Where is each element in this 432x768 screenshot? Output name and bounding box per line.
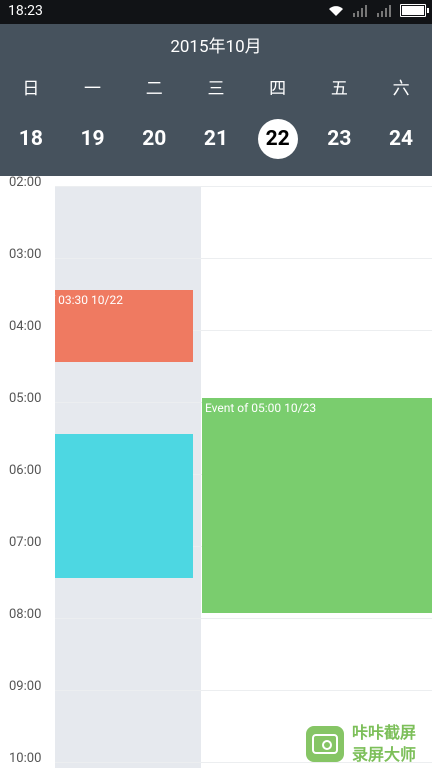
date-21[interactable]: 21 bbox=[196, 119, 236, 159]
event-0500-1023[interactable]: Event of 05:00 10/23 bbox=[202, 398, 432, 613]
status-bar: 18:23 bbox=[0, 0, 432, 24]
weekday-wed: 三 bbox=[207, 79, 225, 99]
date-19[interactable]: 19 bbox=[73, 119, 113, 159]
hour-line bbox=[55, 618, 432, 619]
hour-label-0800: 08:00 bbox=[9, 607, 42, 622]
camera-icon bbox=[306, 726, 344, 762]
wifi-icon bbox=[329, 5, 343, 16]
battery-icon bbox=[400, 4, 429, 17]
date-row: 18 19 20 21 22 23 24 bbox=[0, 119, 432, 159]
hour-label-0500: 05:00 bbox=[9, 391, 42, 406]
hour-label-0700: 07:00 bbox=[9, 535, 42, 550]
status-time: 18:23 bbox=[8, 3, 43, 19]
hour-label-0300: 03:00 bbox=[9, 247, 42, 262]
signal-icon bbox=[353, 4, 367, 17]
event-cyan[interactable] bbox=[55, 434, 193, 578]
weekday-thu: 四 bbox=[269, 79, 287, 99]
date-23[interactable]: 23 bbox=[319, 119, 359, 159]
hour-line bbox=[55, 186, 432, 187]
month-title: 2015年10月 bbox=[170, 37, 262, 57]
date-22-selected[interactable]: 22 bbox=[257, 119, 298, 159]
hour-label-0200: 02:00 bbox=[9, 175, 42, 190]
weekday-row: 日 一 二 三 四 五 六 bbox=[0, 74, 432, 99]
hour-label-0400: 04:00 bbox=[9, 319, 42, 334]
hour-line bbox=[55, 690, 432, 691]
hour-label-1000: 10:00 bbox=[9, 751, 42, 766]
event-title: f 03:30 10/22 bbox=[55, 293, 123, 307]
weekday-sun: 日 bbox=[22, 79, 40, 99]
weekday-mon: 一 bbox=[84, 79, 102, 99]
calendar-header: 2015年10月 日 一 二 三 四 五 六 18 19 20 21 22 23… bbox=[0, 24, 432, 176]
watermark-text: 咔咔截屏 录屏大师 bbox=[352, 722, 428, 766]
hour-label-0900: 09:00 bbox=[9, 679, 42, 694]
weekday-fri: 五 bbox=[330, 79, 348, 99]
weekday-tue: 二 bbox=[145, 79, 163, 99]
date-18[interactable]: 18 bbox=[11, 119, 51, 159]
event-0330-1022[interactable]: f 03:30 10/22 bbox=[55, 290, 193, 362]
watermark-line2: 录屏大师 bbox=[352, 745, 417, 764]
app-watermark: 咔咔截屏 录屏大师 bbox=[306, 722, 428, 766]
weekday-sat: 六 bbox=[392, 79, 410, 99]
date-24[interactable]: 24 bbox=[381, 119, 421, 159]
status-icons bbox=[328, 4, 429, 17]
watermark-line1: 咔咔截屏 bbox=[352, 723, 417, 742]
date-20[interactable]: 20 bbox=[134, 119, 174, 159]
hour-line bbox=[55, 258, 432, 259]
event-title: Event of 05:00 10/23 bbox=[205, 401, 317, 415]
signal-icon-2 bbox=[377, 4, 391, 17]
hour-label-0600: 06:00 bbox=[9, 463, 42, 478]
